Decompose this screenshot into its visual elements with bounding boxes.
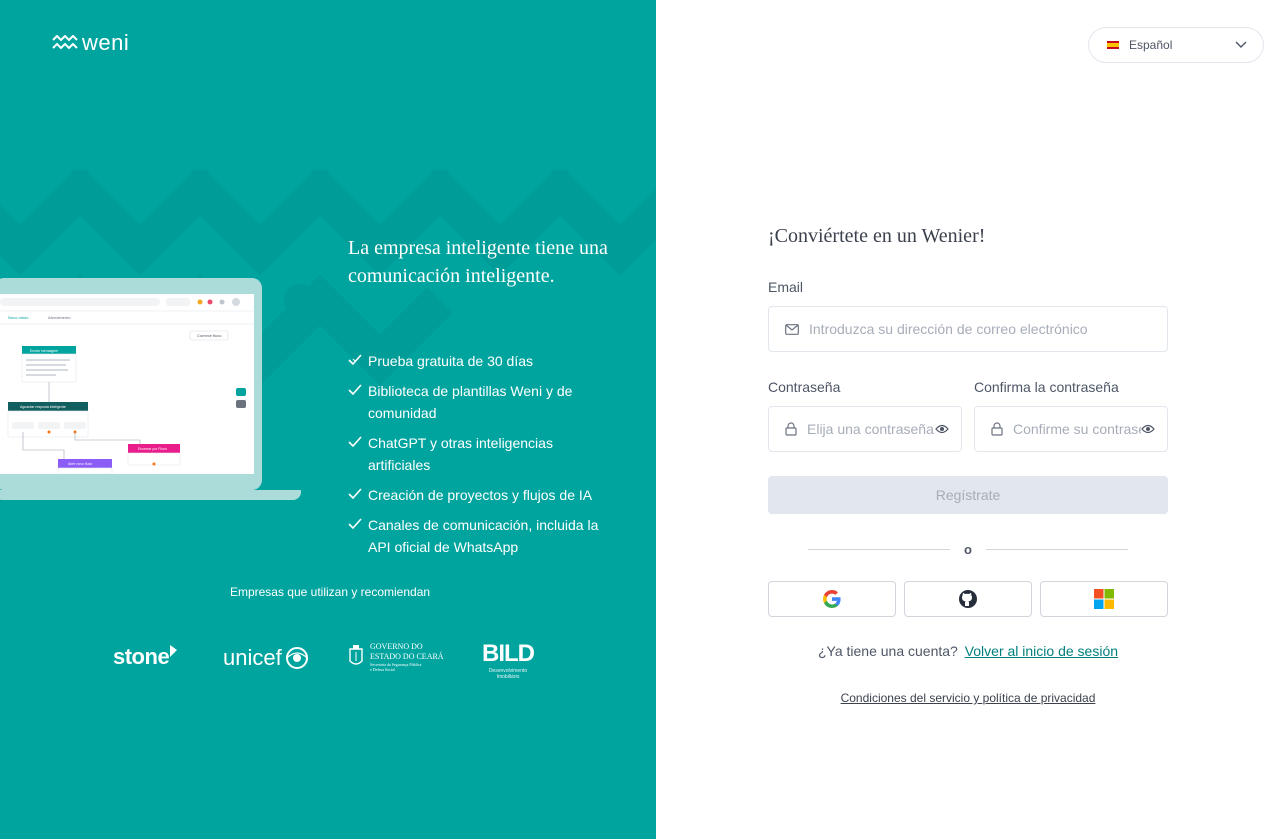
mockup-node-2: Aguardar resposta inteligente <box>20 405 66 409</box>
register-button[interactable]: Regístrate <box>768 476 1168 514</box>
ceara-coat-of-arms-icon <box>349 645 363 665</box>
check-icon <box>348 488 362 500</box>
microsoft-login-button[interactable] <box>1040 581 1168 617</box>
divider-line <box>808 548 951 550</box>
confirm-password-placeholder: Confirme su contraseña <box>1013 421 1141 437</box>
stone-mark-icon <box>170 645 178 657</box>
chevron-down-icon <box>1235 41 1247 48</box>
email-label: Email <box>768 279 804 295</box>
divider-line <box>985 548 1129 550</box>
email-field[interactable]: Introduzca su dirección de correo electr… <box>768 306 1168 352</box>
confirm-password-field[interactable]: Confirme su contraseña <box>974 406 1168 452</box>
github-icon <box>959 590 977 608</box>
laptop-screen: Novo rótulo Atendimento Comece fluxo Env… <box>0 294 254 474</box>
feature-item: ChatGPT y otras inteligencias artificial… <box>348 432 608 476</box>
have-account-text: ¿Ya tiene una cuenta? <box>817 643 958 659</box>
logo-text: weni <box>82 30 130 55</box>
language-selector[interactable]: Español <box>1088 27 1264 63</box>
terms-link[interactable]: Condiciones del servicio y política de p… <box>768 691 1168 705</box>
mockup-node-1: Enviar mensagem <box>30 349 58 353</box>
or-text: o <box>964 541 972 557</box>
ceara-line-1: GOVERNO DO <box>370 642 423 651</box>
or-divider: o <box>808 540 1129 558</box>
governo-ceara-logo: GOVERNO DO ESTADO DO CEARÁ Secretaria da… <box>348 642 444 672</box>
check-icon <box>348 354 362 366</box>
companies-title: Empresas que utilizan y recomiendan <box>229 585 431 599</box>
flow-editor-illustration: Novo rótulo Atendimento Comece fluxo Env… <box>0 298 254 474</box>
weni-wave-icon <box>52 35 78 50</box>
google-icon <box>823 590 841 608</box>
stone-logo-text: stone <box>113 644 170 669</box>
confirm-password-label: Confirma la contraseña <box>974 379 1119 395</box>
form-title: ¡Conviértete en un Wenier! <box>768 225 986 247</box>
microsoft-icon <box>1094 589 1114 609</box>
spain-flag-icon <box>1107 41 1119 49</box>
lock-icon <box>991 422 1003 436</box>
check-icon <box>348 384 362 396</box>
github-login-button[interactable] <box>904 581 1032 617</box>
language-label: Español <box>1129 38 1173 52</box>
mockup-node-5: Encerrar por Fluxo <box>138 447 167 451</box>
stone-logo: stone <box>113 644 179 670</box>
lock-icon <box>785 422 797 436</box>
ceara-line-4: e Defesa Social <box>370 667 395 672</box>
mockup-tab-2: Atendimento <box>48 315 71 320</box>
feature-item: Canales de comunicación, incluida la API… <box>348 514 608 558</box>
email-placeholder: Introduzca su dirección de correo electr… <box>809 321 1088 337</box>
laptop-base <box>0 490 301 500</box>
check-icon <box>348 518 362 530</box>
password-field[interactable]: Elija una contraseña <box>768 406 962 452</box>
ceara-line-2: ESTADO DO CEARÁ <box>370 652 444 661</box>
feature-text: Biblioteca de plantillas Weni y de comun… <box>368 383 573 421</box>
eye-icon[interactable] <box>935 424 949 434</box>
password-label: Contraseña <box>768 379 841 395</box>
login-prompt: ¿Ya tiene una cuenta? Volver al inicio d… <box>768 643 1168 659</box>
laptop-mockup: Novo rótulo Atendimento Comece fluxo Env… <box>0 278 304 504</box>
bild-logo-text: BILD <box>482 640 535 667</box>
unicef-emblem-icon <box>285 647 308 669</box>
feature-item: Prueba gratuita de 30 días <box>348 350 608 372</box>
feature-item: Biblioteca de plantillas Weni y de comun… <box>348 380 608 424</box>
feature-list: Prueba gratuita de 30 días Biblioteca de… <box>348 350 608 566</box>
unicef-logo-text: unicef <box>223 645 282 670</box>
feature-text: Creación de proyectos y flujos de IA <box>368 487 593 503</box>
feature-text: Prueba gratuita de 30 días <box>368 353 534 369</box>
feature-text: ChatGPT y otras inteligencias artificial… <box>368 435 553 473</box>
mail-icon <box>785 323 799 335</box>
mockup-node-3: Abrir novo fluxo <box>68 462 92 466</box>
unicef-logo: unicef <box>223 645 310 671</box>
password-placeholder: Elija una contraseña <box>807 421 934 437</box>
feature-text: Canales de comunicación, incluida la API… <box>368 517 599 555</box>
feature-item: Creación de proyectos y flujos de IA <box>348 484 608 506</box>
mockup-button: Comece fluxo <box>197 333 222 338</box>
mockup-tab-1: Novo rótulo <box>8 315 29 320</box>
weni-logo[interactable]: weni <box>52 30 129 56</box>
bild-logo: BILD Desenvolvimento Imobiliário <box>482 640 535 680</box>
bild-sub-2: Imobiliário <box>496 674 520 680</box>
check-icon <box>348 436 362 448</box>
promo-panel: weni Novo rótulo Atendimento Comece flux… <box>0 0 656 839</box>
promo-headline: La empresa inteligente tiene una comunic… <box>348 237 608 287</box>
google-login-button[interactable] <box>768 581 896 617</box>
back-to-login-link[interactable]: Volver al inicio de sesión <box>965 643 1118 659</box>
eye-icon[interactable] <box>1141 424 1155 434</box>
